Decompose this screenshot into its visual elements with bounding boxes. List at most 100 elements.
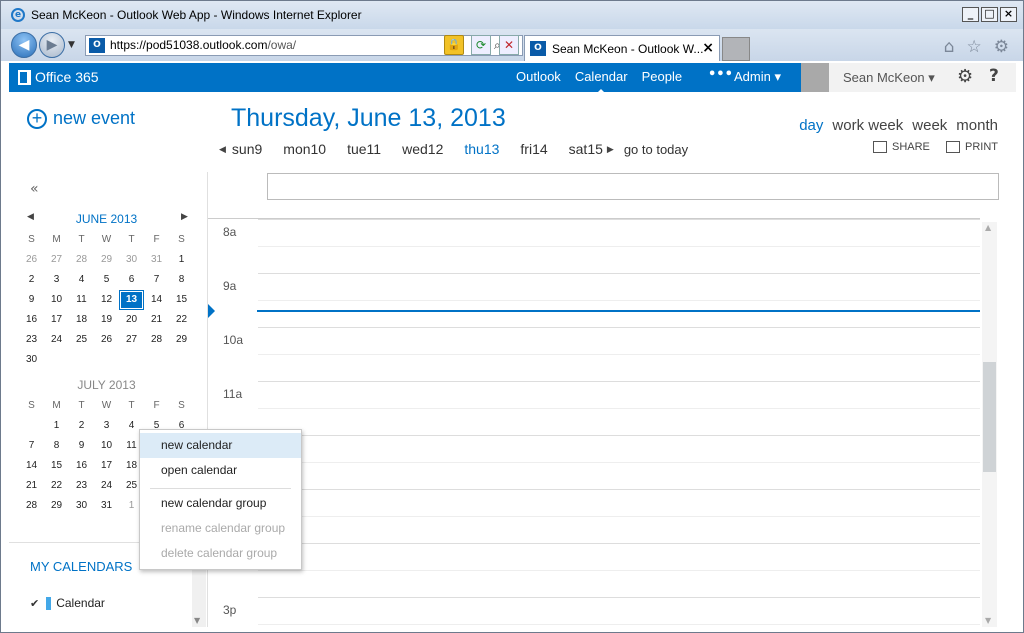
date-cell[interactable]: 30	[119, 250, 144, 270]
user-menu[interactable]: Sean McKeon ▾	[843, 70, 935, 86]
day-mon[interactable]: mon10	[283, 141, 326, 157]
hour-row[interactable]	[208, 435, 980, 489]
date-cell[interactable]: 2	[69, 416, 94, 436]
date-cell[interactable]: 23	[69, 476, 94, 496]
next-day-arrow-icon[interactable]: ▶	[607, 144, 614, 155]
minimize-button[interactable]: _	[962, 7, 979, 22]
hour-row[interactable]: 3p	[208, 597, 980, 627]
hour-row[interactable]: 11a	[208, 381, 980, 435]
date-cell[interactable]: 22	[169, 310, 194, 330]
date-cell[interactable]: 27	[119, 330, 144, 350]
date-cell[interactable]: 7	[19, 436, 44, 456]
date-cell[interactable]: 26	[19, 250, 44, 270]
tools-gear-icon[interactable]: ⚙	[994, 37, 1009, 57]
grid-scrollbar[interactable]: ▲ ▼	[982, 222, 997, 627]
date-cell[interactable]: 3	[44, 270, 69, 290]
hour-row[interactable]: 8a	[208, 219, 980, 273]
date-cell[interactable]: 14	[144, 290, 169, 310]
next-month-arrow-icon[interactable]: ▶	[181, 211, 188, 222]
stop-icon[interactable]: ✕	[499, 35, 519, 55]
hour-row[interactable]: 10a	[208, 327, 980, 381]
date-cell[interactable]: 19	[94, 310, 119, 330]
date-cell[interactable]: 9	[19, 290, 44, 310]
date-cell[interactable]: 29	[94, 250, 119, 270]
lock-icon[interactable]: 🔒	[444, 35, 464, 55]
view-work-week[interactable]: work week	[832, 117, 903, 134]
view-month[interactable]: month	[956, 117, 998, 134]
date-cell[interactable]: 21	[19, 476, 44, 496]
menu-new-calendar[interactable]: new calendar	[140, 433, 301, 458]
day-sat[interactable]: sat15	[569, 141, 603, 157]
address-url[interactable]: https://pod51038.outlook.com/owa/	[110, 38, 296, 52]
home-icon[interactable]: ⌂	[944, 37, 955, 57]
date-cell[interactable]: 4	[69, 270, 94, 290]
nav-calendar[interactable]: Calendar	[575, 69, 628, 94]
date-cell[interactable]: 15	[44, 456, 69, 476]
date-cell[interactable]: 24	[94, 476, 119, 496]
date-cell[interactable]: 30	[19, 350, 44, 370]
date-cell[interactable]: 16	[19, 310, 44, 330]
date-cell[interactable]: 29	[169, 330, 194, 350]
date-cell[interactable]: 16	[69, 456, 94, 476]
date-cell[interactable]: 20	[119, 310, 144, 330]
history-dropdown-icon[interactable]: ▼	[68, 40, 75, 50]
date-cell[interactable]: 2	[19, 270, 44, 290]
prev-day-arrow-icon[interactable]: ◀	[219, 144, 226, 155]
date-cell[interactable]: 23	[19, 330, 44, 350]
settings-gear-icon[interactable]: ⚙	[957, 66, 973, 87]
favorites-star-icon[interactable]: ☆	[967, 37, 982, 57]
my-calendars-heading[interactable]: MY CALENDARS	[30, 559, 132, 574]
collapse-pane-button[interactable]: «	[30, 181, 39, 197]
calendar-list-item[interactable]: ✔ Calendar	[30, 596, 105, 610]
date-cell[interactable]: 1	[169, 250, 194, 270]
left-pane-scrollbar[interactable]: ▼	[192, 562, 206, 627]
menu-open-calendar[interactable]: open calendar	[140, 458, 301, 483]
print-button[interactable]: PRINT	[946, 141, 998, 153]
date-cell[interactable]: 9	[69, 436, 94, 456]
date-cell[interactable]: 29	[44, 496, 69, 516]
nav-people[interactable]: People	[642, 69, 682, 84]
help-icon[interactable]: ?	[989, 66, 999, 86]
date-cell[interactable]: 10	[44, 290, 69, 310]
new-event-button[interactable]: + new event	[27, 108, 135, 129]
scroll-down-arrow-icon[interactable]: ▼	[194, 616, 200, 625]
view-week[interactable]: week	[912, 117, 947, 134]
all-day-events-box[interactable]	[267, 173, 999, 200]
date-cell[interactable]: 28	[144, 330, 169, 350]
date-cell[interactable]: 17	[94, 456, 119, 476]
date-cell[interactable]: 26	[94, 330, 119, 350]
date-cell[interactable]: 14	[19, 456, 44, 476]
date-cell[interactable]: 10	[94, 436, 119, 456]
scroll-up-arrow-icon[interactable]: ▲	[985, 223, 991, 232]
hour-row[interactable]	[208, 543, 980, 597]
share-button[interactable]: SHARE	[873, 141, 930, 153]
day-fri[interactable]: fri14	[520, 141, 547, 157]
day-thu[interactable]: thu13	[464, 141, 499, 157]
browser-tab[interactable]: O Sean McKeon - Outlook W... ×	[524, 35, 720, 61]
nav-outlook[interactable]: Outlook	[516, 69, 561, 84]
back-button[interactable]: ◀	[11, 32, 37, 58]
date-cell[interactable]: 11	[69, 290, 94, 310]
date-cell[interactable]: 15	[169, 290, 194, 310]
date-cell[interactable]: 12	[94, 290, 119, 310]
new-tab-button[interactable]	[722, 37, 750, 61]
hour-row[interactable]	[208, 489, 980, 543]
day-time-grid[interactable]: 8a 9a 10a 11a 3p	[208, 218, 980, 627]
date-cell[interactable]: 13	[119, 290, 144, 310]
day-tue[interactable]: tue11	[347, 141, 381, 157]
date-cell[interactable]: 22	[44, 476, 69, 496]
date-cell[interactable]: 21	[144, 310, 169, 330]
date-cell[interactable]: 7	[144, 270, 169, 290]
admin-menu[interactable]: Admin ▾	[734, 69, 781, 85]
tab-close-icon[interactable]: ×	[702, 40, 714, 56]
refresh-icon[interactable]: ⟳	[471, 35, 491, 55]
scrollbar-thumb[interactable]	[983, 362, 996, 472]
hour-row[interactable]: 9a	[208, 273, 980, 327]
avatar[interactable]	[801, 63, 829, 92]
day-wed[interactable]: wed12	[402, 141, 443, 157]
date-cell[interactable]: 6	[119, 270, 144, 290]
scroll-down-arrow-icon[interactable]: ▼	[985, 616, 991, 625]
more-apps-button[interactable]: •••	[708, 67, 733, 82]
date-cell[interactable]: 28	[69, 250, 94, 270]
date-cell[interactable]: 24	[44, 330, 69, 350]
